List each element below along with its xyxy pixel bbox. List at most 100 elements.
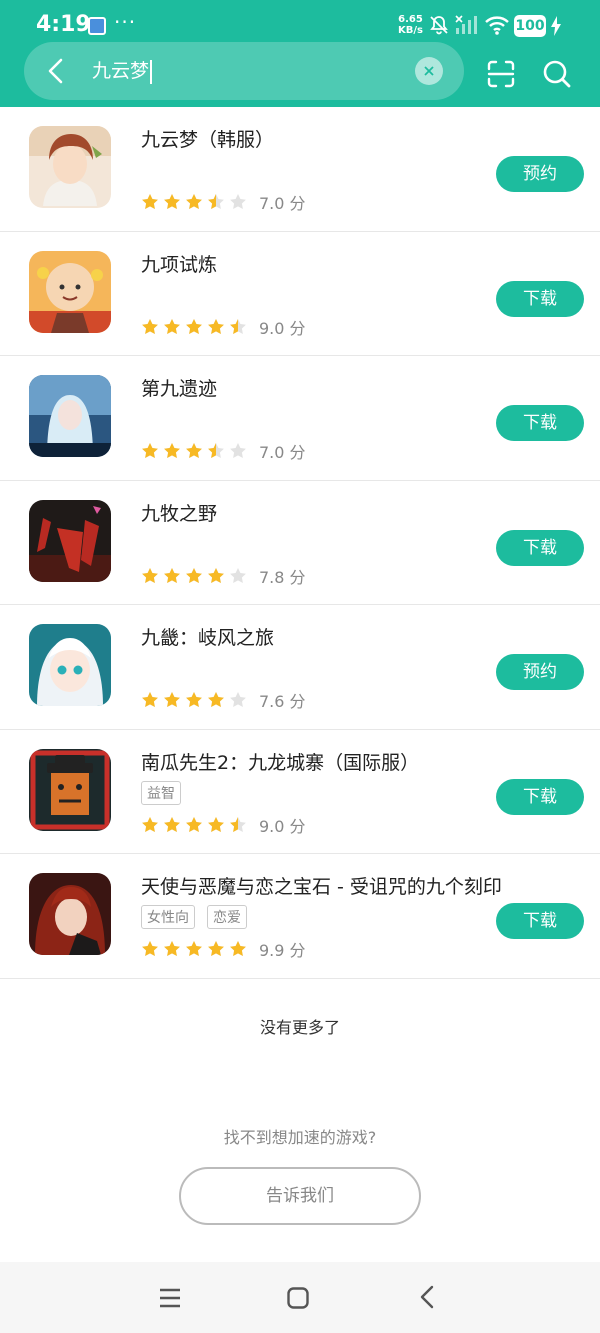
- status-bar: 4:19 ··· 6.65 KB/s 100: [0, 0, 600, 44]
- star-full-icon: [208, 318, 224, 334]
- star-empty-icon: [230, 567, 246, 583]
- rating: 7.0 分: [141, 439, 306, 463]
- download-button[interactable]: 下载: [496, 280, 584, 317]
- reserve-button[interactable]: 预约: [496, 654, 584, 690]
- scan-icon[interactable]: [486, 59, 516, 89]
- menu-icon[interactable]: [158, 1286, 182, 1310]
- star-full-icon: [208, 692, 224, 707]
- download-button[interactable]: 下载: [496, 405, 584, 441]
- star-full-icon: [186, 318, 202, 334]
- star-full-icon: [186, 194, 202, 209]
- bell-muted-icon: [430, 16, 448, 35]
- download-button[interactable]: 下载: [496, 529, 584, 566]
- clear-search-button[interactable]: [415, 57, 443, 85]
- rating-score: 7.6 分: [259, 692, 306, 711]
- signal-icon: [455, 15, 477, 34]
- back-arrow-icon[interactable]: [42, 56, 70, 86]
- game-title: 天使与恶魔与恋之宝石 - 受诅咒的九个刻印: [141, 876, 502, 898]
- tag-list: 女性向 恋爱: [141, 905, 247, 929]
- network-speed: 6.65 KB/s: [398, 14, 423, 36]
- star-full-icon: [186, 816, 202, 832]
- game-icon: [29, 624, 111, 706]
- rating: 7.0 分: [141, 190, 306, 214]
- list-item[interactable]: 第九遗迹 7.0 分 下载: [0, 356, 600, 481]
- star-full-icon: [164, 443, 180, 458]
- star-full-icon: [142, 318, 158, 334]
- tag-list: 益智: [141, 780, 181, 805]
- star-half-icon: [230, 318, 246, 334]
- missing-game-prompt: 找不到想加速的游戏?: [223, 1128, 377, 1147]
- star-full-icon: [164, 194, 180, 209]
- network-speed-value: 6.65: [398, 14, 423, 25]
- game-title: 九云梦（韩服）: [141, 129, 275, 151]
- game-title: 南瓜先生2：九龙城寨（国际服）: [141, 751, 420, 774]
- star-full-icon: [164, 692, 180, 707]
- list-item[interactable]: 九牧之野 7.8 分 下载: [0, 481, 600, 605]
- star-full-icon: [164, 567, 180, 583]
- star-full-icon: [208, 941, 224, 956]
- more-notifications-icon: ···: [114, 10, 137, 34]
- list-item[interactable]: 九畿：岐风之旅 7.6 分 预约: [0, 605, 600, 730]
- download-button[interactable]: 下载: [496, 778, 584, 815]
- star-full-icon: [142, 692, 158, 707]
- reserve-button[interactable]: 预约: [496, 156, 584, 192]
- rating: 9.9 分: [141, 937, 306, 961]
- wifi-icon: [485, 16, 509, 35]
- star-full-icon: [142, 567, 158, 583]
- status-time: 4:19: [36, 12, 91, 37]
- home-icon[interactable]: [286, 1286, 310, 1310]
- game-icon: [29, 499, 111, 582]
- rating: 9.0 分: [141, 315, 306, 339]
- list-item[interactable]: 天使与恶魔与恋之宝石 - 受诅咒的九个刻印 女性向 恋爱 9.9 分 下载: [0, 854, 600, 979]
- star-full-icon: [164, 816, 180, 832]
- star-full-icon: [186, 941, 202, 956]
- list-item[interactable]: 南瓜先生2：九龙城寨（国际服） 益智 9.0 分 下载: [0, 730, 600, 854]
- star-full-icon: [186, 567, 202, 583]
- list-item[interactable]: 九云梦（韩服） 7.0 分 预约: [0, 107, 600, 232]
- download-button[interactable]: 下载: [496, 903, 584, 939]
- game-icon: [29, 250, 111, 333]
- rating-score: 7.8 分: [259, 567, 306, 587]
- search-input[interactable]: 九云梦: [92, 58, 149, 84]
- rating-score: 7.0 分: [259, 443, 306, 462]
- tag[interactable]: 恋爱: [207, 905, 247, 929]
- star-full-icon: [164, 941, 180, 956]
- tag[interactable]: 益智: [141, 780, 181, 805]
- star-half-icon: [230, 816, 246, 832]
- star-empty-icon: [230, 692, 246, 707]
- star-full-icon: [142, 941, 158, 956]
- game-title: 九牧之野: [141, 502, 218, 525]
- star-full-icon: [164, 318, 180, 334]
- rating: 7.6 分: [141, 688, 306, 712]
- tag[interactable]: 女性向: [141, 905, 195, 929]
- list-item[interactable]: 九项试炼 9.0 分 下载: [0, 232, 600, 356]
- header: 4:19 ··· 6.65 KB/s 100 九云梦: [0, 0, 600, 107]
- rating-score: 7.0 分: [259, 194, 306, 213]
- star-full-icon: [186, 692, 202, 707]
- tell-us-button[interactable]: 告诉我们: [179, 1167, 421, 1225]
- game-icon: [29, 748, 111, 831]
- star-full-icon: [142, 194, 158, 209]
- back-icon[interactable]: [416, 1284, 440, 1310]
- game-icon: [29, 126, 111, 208]
- star-empty-icon: [230, 443, 246, 458]
- charging-icon: [551, 16, 561, 36]
- close-icon: [424, 66, 434, 76]
- end-of-list-text: 没有更多了: [259, 1018, 340, 1037]
- rating-score: 9.0 分: [259, 318, 306, 338]
- network-speed-unit: KB/s: [398, 25, 423, 36]
- text-cursor: [150, 60, 152, 84]
- star-empty-icon: [230, 194, 246, 209]
- game-title: 九项试炼: [141, 253, 218, 276]
- game-icon: [29, 873, 111, 955]
- search-icon[interactable]: [542, 59, 572, 89]
- star-full-icon: [208, 567, 224, 583]
- system-nav-bar: [0, 1262, 600, 1333]
- star-full-icon: [230, 941, 246, 956]
- star-full-icon: [142, 816, 158, 832]
- search-bar[interactable]: [24, 42, 464, 100]
- search-results-list: 九云梦（韩服） 7.0 分 预约 九项试炼 9.0 分 下载 第九遗迹 7.0 …: [0, 107, 600, 979]
- game-title: 第九遗迹: [141, 378, 218, 400]
- rating: 7.8 分: [141, 564, 306, 588]
- game-icon: [29, 375, 111, 457]
